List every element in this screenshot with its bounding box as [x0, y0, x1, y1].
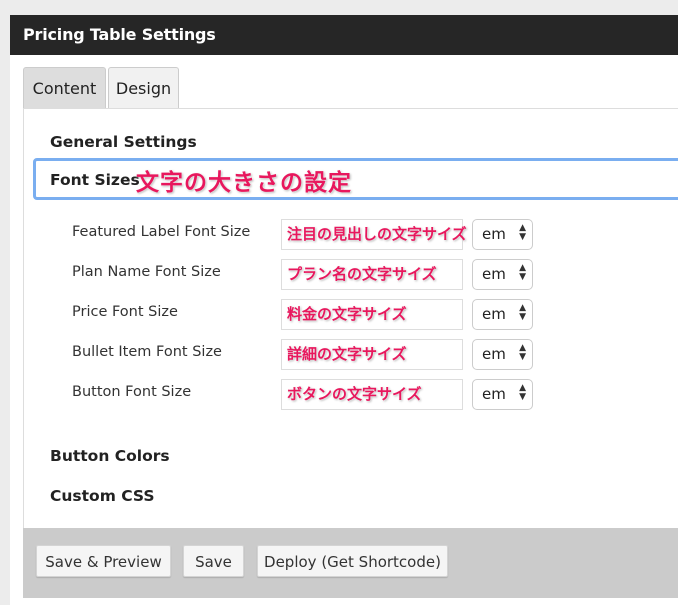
field-label: Bullet Item Font Size	[72, 344, 222, 360]
tab-design[interactable]: Design	[108, 67, 179, 108]
font-row-button: Button Font Size ボタンの文字サイズ em ▲ ▼	[24, 379, 678, 416]
tab-content[interactable]: Content	[23, 67, 106, 108]
featured-label-font-size-input[interactable]: 注目の見出しの文字サイズ	[281, 219, 467, 250]
unit-value: em	[482, 385, 506, 403]
field-annotation: 注目の見出しの文字サイズ	[287, 225, 467, 243]
panel-title: Pricing Table Settings	[10, 15, 678, 55]
unit-value: em	[482, 345, 506, 363]
font-sizes-annotation: 文字の大きさの設定	[136, 170, 352, 196]
bullet-item-font-size-input[interactable]: 詳細の文字サイズ	[281, 339, 463, 370]
deploy-button[interactable]: Deploy (Get Shortcode)	[257, 545, 448, 577]
select-arrows-icon: ▲ ▼	[519, 303, 526, 322]
field-annotation: ボタンの文字サイズ	[287, 385, 422, 403]
section-general-settings[interactable]: General Settings	[50, 133, 197, 151]
save-preview-button[interactable]: Save & Preview	[36, 545, 171, 577]
unit-value: em	[482, 225, 506, 243]
button-font-size-input[interactable]: ボタンの文字サイズ	[281, 379, 463, 410]
price-font-size-input[interactable]: 料金の文字サイズ	[281, 299, 463, 330]
font-row-price: Price Font Size 料金の文字サイズ em ▲ ▼	[24, 299, 678, 336]
section-font-sizes[interactable]: Font Sizes 文字の大きさの設定	[33, 158, 678, 200]
button-unit-select[interactable]: em ▲ ▼	[472, 379, 533, 410]
unit-value: em	[482, 265, 506, 283]
unit-value: em	[482, 305, 506, 323]
field-label: Button Font Size	[72, 384, 192, 400]
section-custom-css[interactable]: Custom CSS	[50, 487, 155, 505]
font-row-plan-name: Plan Name Font Size プラン名の文字サイズ em ▲ ▼	[24, 259, 678, 296]
field-annotation: 料金の文字サイズ	[287, 305, 407, 323]
plan-name-font-size-input[interactable]: プラン名の文字サイズ	[281, 259, 463, 290]
font-row-featured-label: Featured Label Font Size 注目の見出しの文字サイズ em…	[24, 219, 678, 256]
footer-actions: Save & Preview Save Deploy (Get Shortcod…	[23, 528, 678, 598]
select-arrows-icon: ▲ ▼	[519, 263, 526, 282]
field-annotation: 詳細の文字サイズ	[287, 345, 407, 363]
featured-label-unit-select[interactable]: em ▲ ▼	[472, 219, 533, 250]
pricing-table-settings-panel: Pricing Table Settings Content Design Ge…	[10, 15, 678, 605]
save-button[interactable]: Save	[183, 545, 244, 577]
field-label: Plan Name Font Size	[72, 264, 221, 280]
section-font-sizes-label: Font Sizes	[50, 171, 140, 189]
select-arrows-icon: ▲ ▼	[519, 343, 526, 362]
section-button-colors[interactable]: Button Colors	[50, 447, 170, 465]
field-annotation: プラン名の文字サイズ	[287, 265, 437, 283]
field-label: Featured Label Font Size	[72, 224, 251, 240]
font-row-bullet-item: Bullet Item Font Size 詳細の文字サイズ em ▲ ▼	[24, 339, 678, 376]
plan-name-unit-select[interactable]: em ▲ ▼	[472, 259, 533, 290]
content-area: General Settings Font Sizes 文字の大きさの設定 Fe…	[23, 108, 678, 529]
bullet-item-unit-select[interactable]: em ▲ ▼	[472, 339, 533, 370]
select-arrows-icon: ▲ ▼	[519, 223, 526, 242]
price-unit-select[interactable]: em ▲ ▼	[472, 299, 533, 330]
select-arrows-icon: ▲ ▼	[519, 383, 526, 402]
field-label: Price Font Size	[72, 304, 178, 320]
